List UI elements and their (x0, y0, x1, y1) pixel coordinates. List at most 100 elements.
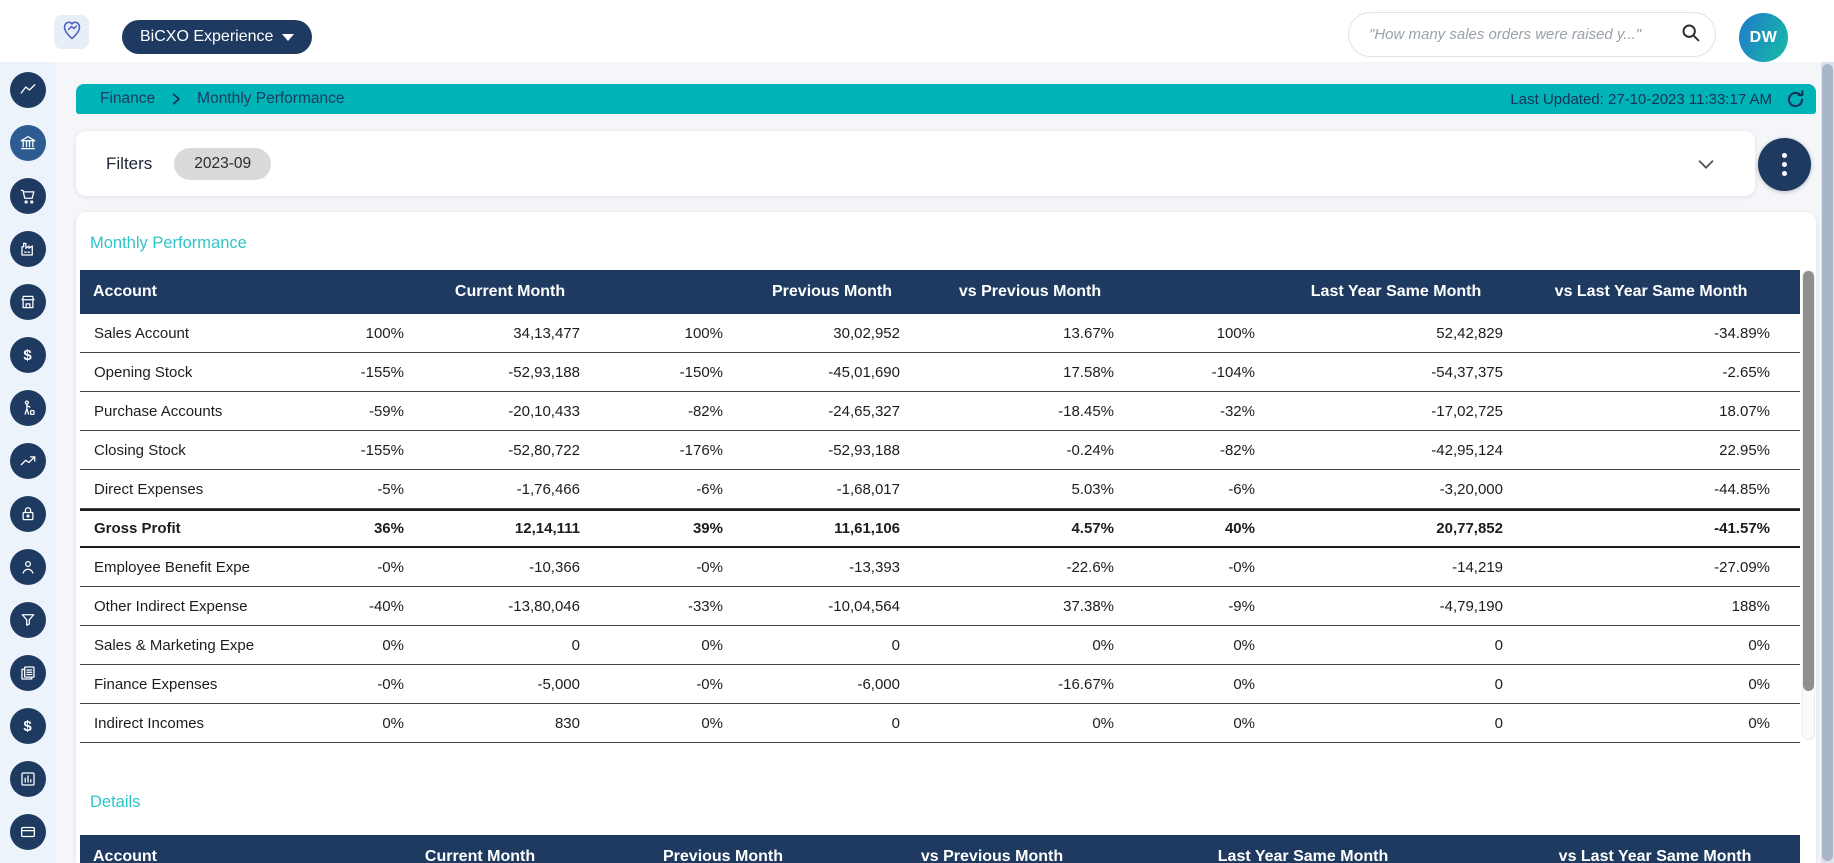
value-cell: 0% (382, 714, 404, 732)
value-cell: -1,68,017 (836, 480, 900, 498)
value-cell: -176% (679, 441, 723, 459)
value-cell: 30,02,952 (833, 324, 900, 342)
sidebar-item-store[interactable] (9, 284, 46, 320)
app-logo[interactable] (54, 15, 89, 49)
sidebar-item-finance[interactable] (9, 125, 46, 161)
pages-icon (19, 664, 37, 682)
value-cell: 0% (1233, 675, 1255, 693)
value-cell: -45,01,690 (828, 363, 900, 381)
app-switcher-button[interactable]: BiCXO Experience (122, 20, 313, 54)
value-cell: -6,000 (857, 675, 900, 693)
value-cell: 5.03% (1071, 480, 1114, 498)
value-cell: 12,14,111 (514, 520, 580, 537)
value-cell: -59% (368, 402, 404, 420)
value-cell: -82% (687, 402, 723, 420)
account-cell: Employee Benefit Expe (94, 558, 250, 576)
value-cell: -155% (360, 363, 404, 381)
content-scrollbar-thumb[interactable] (1803, 271, 1814, 691)
breadcrumb-finance[interactable]: Finance (100, 90, 155, 108)
sidebar-item-growth[interactable] (9, 443, 46, 479)
search-icon[interactable] (1680, 22, 1701, 48)
person-luggage-icon (19, 399, 37, 417)
value-cell: 37.38% (1063, 597, 1114, 615)
sidebar-item-revenue[interactable]: $ (9, 337, 46, 373)
value-cell: -52,93,188 (828, 441, 900, 459)
value-cell: 0 (891, 714, 900, 732)
card-icon (19, 823, 37, 841)
filter-chip-month[interactable]: 2023-09 (174, 147, 272, 180)
table-row: Opening Stock -155% -52,93,188 -150% -45,01,… (80, 353, 1800, 392)
value-cell: 188% (1731, 597, 1770, 615)
table-row: Other Indirect Expense -40% -13,80,046 -33%… (80, 587, 1800, 626)
account-cell: Gross Profit (94, 520, 181, 537)
filters-expand-chevron-icon[interactable] (1695, 153, 1717, 175)
value-cell: -6% (1228, 480, 1255, 498)
value-cell: 0% (382, 636, 404, 654)
sidebar-item-dashboard[interactable] (9, 761, 46, 797)
window-scrollbar-track[interactable] (1821, 62, 1834, 863)
sidebar-item-security[interactable] (9, 496, 46, 532)
account-cell: Direct Expenses (94, 480, 204, 498)
value-cell: -40% (368, 597, 404, 615)
account-cell: Purchase Accounts (94, 402, 223, 420)
value-cell: 0 (891, 636, 900, 654)
filters-label: Filters (106, 153, 153, 173)
bank-icon (19, 134, 37, 152)
value-cell: -34.89% (1714, 324, 1770, 342)
more-options-button[interactable] (1758, 138, 1811, 191)
value-cell: 830 (554, 714, 580, 732)
value-cell: -20,10,433 (508, 402, 580, 420)
value-cell: -5% (377, 480, 404, 498)
window-scrollbar-thumb[interactable] (1822, 64, 1833, 861)
value-cell: 40% (1224, 520, 1255, 537)
sidebar-item-filter[interactable] (9, 602, 46, 638)
value-cell: -16.67% (1058, 675, 1114, 693)
value-cell: 0% (701, 636, 723, 654)
breadcrumb-chevron-icon (169, 92, 183, 106)
lock-icon (19, 505, 37, 523)
value-cell: 0% (1748, 636, 1770, 654)
refresh-icon[interactable] (1784, 88, 1806, 110)
table-row: Purchase Accounts -59% -20,10,433 -82% -24,6… (80, 392, 1800, 431)
col-last-year-same-month: Last Year Same Month (1217, 848, 1389, 863)
col-account: Account (93, 283, 157, 300)
value-cell: 100% (684, 324, 723, 342)
table-row: Closing Stock -155% -52,80,722 -176% -52,93,… (80, 431, 1800, 470)
user-icon (19, 558, 37, 576)
value-cell: 11,61,106 (834, 520, 900, 537)
value-cell: 4.57% (1071, 520, 1114, 537)
col-vs-last-year-same-month: vs Last Year Same Month (1558, 848, 1752, 863)
value-cell: 34,13,477 (513, 324, 580, 342)
value-cell: -2.65% (1722, 363, 1770, 381)
user-avatar[interactable]: DW (1739, 13, 1788, 62)
col-vs-previous-month: vs Previous Month (920, 848, 1064, 863)
sidebar-item-expenses[interactable]: $ (9, 708, 46, 744)
account-cell: Finance Expenses (94, 675, 218, 693)
search-input[interactable] (1369, 26, 1680, 43)
value-cell: -6% (696, 480, 723, 498)
sidebar-item-users[interactable] (9, 549, 46, 585)
value-cell: -9% (1228, 597, 1255, 615)
value-cell: -22.6% (1066, 558, 1114, 576)
sidebar-item-hr[interactable] (9, 390, 46, 426)
table-row: Finance Expenses -0% -5,000 -0% -6,000 -16.67… (80, 665, 1800, 704)
sidebar-item-sales[interactable] (9, 178, 46, 214)
value-cell: 0 (1494, 714, 1503, 732)
details-title: Details (90, 793, 141, 811)
sidebar-item-payments[interactable] (9, 814, 46, 850)
col-current-month: Current Month (424, 848, 536, 863)
factory-icon (19, 240, 37, 258)
col-last-year-same-month: Last Year Same Month (1310, 283, 1482, 300)
value-cell: 0 (1494, 636, 1503, 654)
sidebar-item-production[interactable] (9, 231, 46, 267)
value-cell: 0 (1494, 675, 1503, 693)
sidebar-item-analytics[interactable] (9, 72, 46, 108)
value-cell: 100% (365, 324, 404, 342)
value-cell: -0% (696, 675, 723, 693)
sidebar-item-reports[interactable] (9, 655, 46, 691)
content-scrollbar-track[interactable] (1802, 270, 1815, 740)
table-row: Sales Account 100% 34,13,477 100% 30,02,952 1… (80, 314, 1800, 353)
value-cell: 39% (692, 520, 723, 537)
value-cell: 22.95% (1719, 441, 1770, 459)
value-cell: -18.45% (1058, 402, 1114, 420)
